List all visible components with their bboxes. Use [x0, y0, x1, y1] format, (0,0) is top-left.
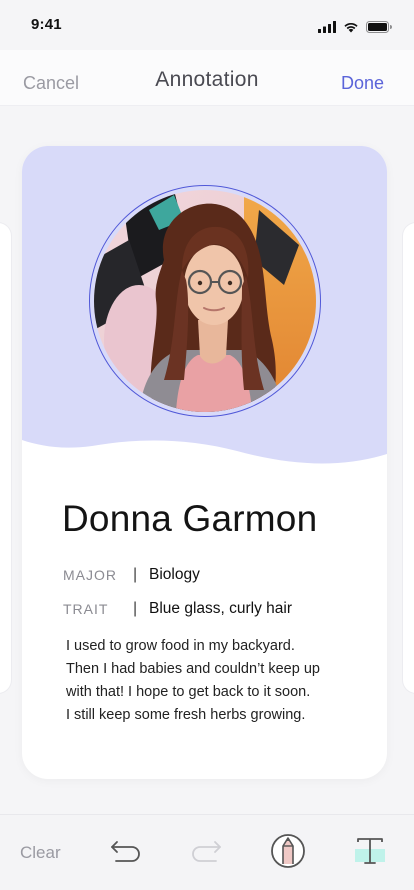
text-tool-icon[interactable] — [353, 835, 387, 872]
annotation-toolbar: Clear — [0, 814, 414, 890]
wifi-icon — [343, 20, 359, 38]
info-separator: | — [133, 600, 138, 617]
pencil-tool-icon[interactable] — [270, 833, 306, 874]
bio-line: I still keep some fresh herbs growing. — [66, 707, 306, 723]
status-icons — [318, 20, 392, 38]
info-separator: | — [133, 566, 138, 583]
info-value-major: Biology — [149, 566, 200, 583]
next-card-peek[interactable] — [402, 222, 414, 694]
signal-icon — [318, 20, 336, 38]
redo-icon[interactable] — [190, 839, 224, 870]
person-name: Donna Garmon — [62, 498, 318, 539]
done-button[interactable]: Done — [341, 73, 384, 94]
status-time: 9:41 — [31, 16, 62, 33]
info-key-major: MAJOR — [63, 567, 117, 583]
bio-line: Then I had babies and couldn’t keep up — [66, 661, 320, 677]
undo-icon[interactable] — [108, 839, 142, 870]
navigation-bar: Cancel Annotation Done — [0, 50, 414, 106]
info-row-major: MAJOR | Biology — [63, 564, 200, 586]
status-bar: 9:41 — [0, 0, 414, 50]
profile-card: Donna Garmon MAJOR | Biology TRAIT | Blu… — [22, 146, 387, 779]
battery-icon — [366, 20, 392, 38]
bio-text: I used to grow food in my backyard. Then… — [66, 635, 356, 727]
bio-line: I used to grow food in my backyard. — [66, 638, 295, 654]
info-row-trait: TRAIT | Blue glass, curly hair — [63, 598, 292, 620]
clear-button[interactable]: Clear — [20, 843, 61, 863]
info-value-trait: Blue glass, curly hair — [149, 600, 293, 617]
avatar[interactable] — [94, 190, 316, 412]
bio-line: with that! I hope to get back to it soon… — [66, 684, 311, 700]
info-key-trait: TRAIT — [63, 601, 109, 617]
avatar-photo — [94, 190, 316, 412]
previous-card-peek[interactable] — [0, 222, 12, 694]
annotation-screen: 9:41 Cancel Annotation Done Donna Garmon… — [0, 0, 414, 890]
avatar-ring — [89, 185, 321, 417]
